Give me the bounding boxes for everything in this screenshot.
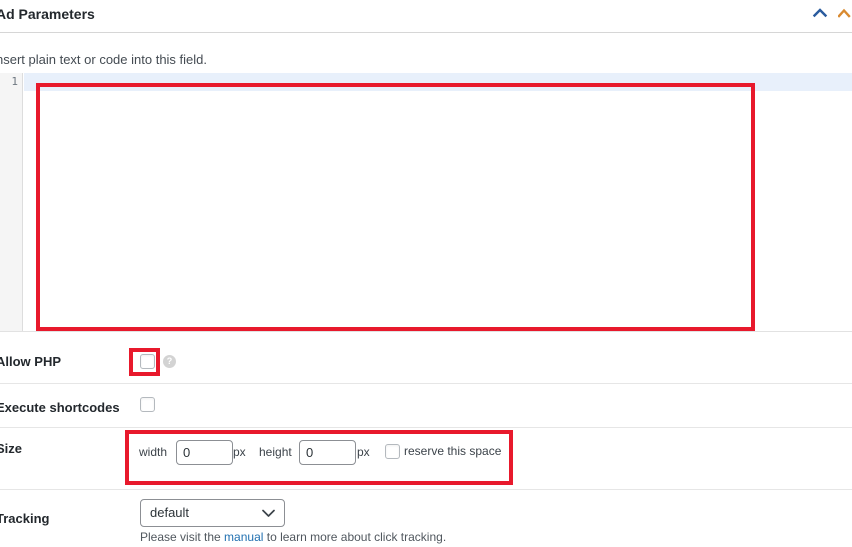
tracking-select-value: default bbox=[150, 505, 190, 520]
tracking-label: Tracking bbox=[0, 511, 50, 526]
tracking-note: Please visit the manual to learn more ab… bbox=[140, 530, 446, 544]
chevron-up-icon[interactable] bbox=[810, 3, 830, 23]
editor-help-text: nsert plain text or code into this field… bbox=[0, 52, 208, 67]
chevron-down-icon bbox=[262, 509, 275, 518]
tracking-note-before: Please visit the bbox=[140, 530, 225, 544]
manual-link[interactable]: manual bbox=[224, 530, 263, 544]
editor-gutter: 1 bbox=[0, 73, 23, 331]
width-input[interactable] bbox=[176, 440, 233, 465]
tracking-select[interactable]: default bbox=[140, 499, 285, 527]
row-allow-php: Allow PHP ? bbox=[0, 332, 852, 384]
reserve-space-label: reserve this space bbox=[404, 444, 502, 458]
editor-text-area[interactable] bbox=[24, 73, 852, 331]
execute-shortcodes-checkbox[interactable] bbox=[140, 397, 155, 412]
execute-shortcodes-label: Execute shortcodes bbox=[0, 400, 120, 415]
allow-php-checkbox[interactable] bbox=[140, 354, 155, 369]
tracking-note-after: to learn more about click tracking. bbox=[263, 530, 447, 544]
code-editor[interactable]: 1 bbox=[0, 73, 852, 332]
row-size: Size width px height px reserve this spa… bbox=[0, 428, 852, 490]
editor-line-number: 1 bbox=[11, 75, 18, 88]
question-mark-icon[interactable]: ? bbox=[163, 355, 176, 368]
editor-caret bbox=[38, 75, 39, 89]
row-tracking: Tracking default Please visit the manual… bbox=[0, 490, 852, 547]
width-label: width bbox=[139, 445, 168, 459]
panel-header: Ad Parameters bbox=[0, 0, 852, 33]
allow-php-label: Allow PHP bbox=[0, 354, 62, 369]
chevron-up-icon-partial[interactable] bbox=[838, 3, 852, 23]
reserve-space-checkbox[interactable] bbox=[385, 444, 400, 459]
ad-parameters-panel: Ad Parameters nsert plain text or code i… bbox=[0, 0, 852, 547]
page-title: Ad Parameters bbox=[0, 6, 95, 22]
height-unit-label: px bbox=[357, 445, 370, 459]
row-execute-shortcodes: Execute shortcodes bbox=[0, 384, 852, 428]
height-input[interactable] bbox=[299, 440, 356, 465]
width-unit-label: px bbox=[233, 445, 246, 459]
size-label: Size bbox=[0, 441, 23, 456]
height-label: height bbox=[259, 445, 292, 459]
editor-active-line-highlight bbox=[24, 73, 852, 91]
